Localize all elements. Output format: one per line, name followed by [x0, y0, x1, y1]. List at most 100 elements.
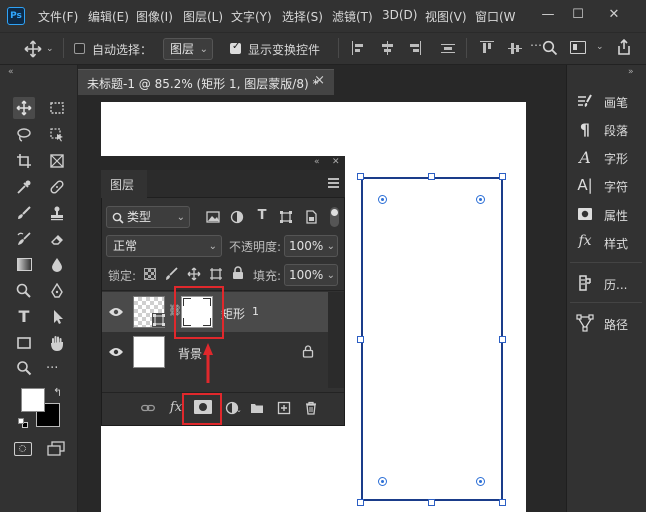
frame-tool-icon[interactable] — [46, 150, 68, 172]
menu-file[interactable]: 文件(F) — [38, 8, 78, 25]
close-window-icon[interactable]: ✕ — [603, 4, 625, 26]
corner-radius-handle[interactable] — [476, 477, 485, 486]
document-tab[interactable]: 未标题-1 @ 85.2% (矩形 1, 图层蒙版/8) * × — [78, 69, 334, 95]
distribute-icon[interactable] — [441, 41, 455, 55]
object-selection-tool-icon[interactable] — [46, 124, 68, 146]
foreground-color-swatch[interactable] — [21, 388, 45, 412]
delete-layer-icon[interactable] — [304, 401, 318, 415]
share-icon[interactable] — [615, 38, 633, 56]
blur-tool-icon[interactable] — [46, 254, 68, 276]
fill-input[interactable]: 100% ⌄ — [284, 264, 338, 286]
transform-handle[interactable] — [357, 173, 364, 180]
align-left-icon[interactable] — [352, 41, 366, 55]
more-tools-icon[interactable]: ··· — [46, 361, 58, 376]
corner-radius-handle[interactable] — [378, 195, 387, 204]
eyedropper-tool-icon[interactable] — [13, 176, 35, 198]
hand-tool-icon[interactable] — [46, 332, 68, 354]
filter-pixel-icon[interactable] — [206, 210, 220, 224]
rectangle-shape[interactable] — [361, 177, 503, 501]
layers-scrollbar[interactable] — [328, 292, 344, 388]
align-vertical-center-icon[interactable] — [508, 41, 522, 55]
pen-tool-icon[interactable] — [46, 280, 68, 302]
type-tool-icon[interactable]: T — [13, 306, 35, 328]
filter-toggle[interactable] — [330, 207, 339, 227]
collapse-panel-icon[interactable]: » — [628, 67, 634, 77]
move-tool-icon[interactable] — [13, 97, 35, 119]
filter-shape-icon[interactable] — [279, 210, 293, 224]
dodge-tool-icon[interactable] — [13, 280, 35, 302]
chevron-down-icon[interactable]: ⌄ — [596, 42, 604, 52]
swap-colors-icon[interactable]: ↰ — [53, 386, 62, 399]
close-tab-icon[interactable]: × — [314, 73, 325, 88]
menu-view[interactable]: 视图(V) — [425, 8, 467, 25]
gradient-tool-icon[interactable] — [13, 254, 35, 276]
panel-properties[interactable]: 属性 — [576, 203, 642, 225]
search-icon[interactable] — [542, 40, 558, 56]
auto-select-target-dropdown[interactable]: 图层 ⌄ — [163, 38, 213, 60]
link-layers-icon[interactable] — [141, 401, 155, 415]
panel-glyphs[interactable]: A| 字符 — [576, 174, 642, 196]
default-colors-icon[interactable] — [18, 418, 29, 429]
minimize-icon[interactable]: — — [537, 4, 559, 26]
filter-adjustment-icon[interactable] — [230, 210, 244, 224]
blend-mode-dropdown[interactable]: 正常 ⌄ — [106, 235, 222, 257]
panel-brush[interactable]: 画笔 — [576, 90, 642, 112]
panel-styles[interactable]: fx 样式 — [576, 231, 642, 253]
chevron-down-icon[interactable]: ⌄ — [46, 44, 54, 54]
visibility-eye-icon[interactable] — [108, 306, 124, 318]
transform-handle[interactable] — [357, 499, 364, 506]
panel-menu-icon[interactable] — [328, 178, 339, 188]
maximize-icon[interactable]: ☐ — [567, 4, 589, 26]
eraser-tool-icon[interactable] — [46, 228, 68, 250]
zoom-tool-icon[interactable] — [13, 357, 35, 379]
menu-image[interactable]: 图像(I) — [136, 8, 173, 25]
transform-handle[interactable] — [357, 336, 364, 343]
menu-select[interactable]: 选择(S) — [282, 8, 323, 25]
marquee-tool-icon[interactable] — [46, 97, 68, 119]
move-tool-preset-icon[interactable] — [24, 40, 42, 58]
panel-history[interactable]: 历... — [576, 272, 642, 294]
lock-artboard-icon[interactable] — [209, 267, 223, 281]
collapse-panel-icon[interactable]: « — [8, 67, 14, 77]
panel-paragraph[interactable]: ¶ 段落 — [576, 118, 642, 140]
transform-handle[interactable] — [499, 499, 506, 506]
path-selection-tool-icon[interactable] — [46, 306, 68, 328]
lock-icon[interactable] — [302, 345, 314, 358]
menu-edit[interactable]: 编辑(E) — [88, 8, 129, 25]
align-horizontal-center-icon[interactable] — [380, 41, 394, 55]
crop-tool-icon[interactable] — [13, 150, 35, 172]
screen-mode-icon[interactable] — [46, 441, 66, 457]
workspace-icon[interactable] — [570, 41, 586, 54]
lasso-tool-icon[interactable] — [13, 124, 35, 146]
corner-radius-handle[interactable] — [476, 195, 485, 204]
lock-position-icon[interactable] — [187, 267, 201, 281]
lock-transparent-icon[interactable] — [143, 267, 157, 281]
healing-brush-tool-icon[interactable] — [46, 176, 68, 198]
filter-type-icon[interactable]: T — [255, 209, 269, 223]
menu-3d[interactable]: 3D(D) — [382, 8, 417, 22]
transform-handle[interactable] — [428, 499, 435, 506]
collapse-panel-icon[interactable]: « — [314, 157, 320, 167]
menu-filter[interactable]: 滤镜(T) — [332, 8, 373, 25]
transform-handle[interactable] — [499, 336, 506, 343]
close-panel-icon[interactable]: ✕ — [332, 157, 340, 167]
layer-filter-dropdown[interactable]: 类型 ⌄ — [106, 206, 190, 228]
menu-layer[interactable]: 图层(L) — [183, 8, 223, 25]
lock-pixels-icon[interactable] — [165, 267, 179, 281]
quick-mask-icon[interactable] — [14, 442, 32, 456]
tab-layers[interactable]: 图层 — [101, 170, 147, 198]
new-group-icon[interactable] — [250, 401, 264, 415]
brush-tool-icon[interactable] — [13, 202, 35, 224]
menu-window[interactable]: 窗口(W — [475, 8, 516, 25]
menu-type[interactable]: 文字(Y) — [231, 8, 272, 25]
transform-handle[interactable] — [428, 173, 435, 180]
layer-style-icon[interactable]: fx — [169, 401, 183, 415]
align-right-icon[interactable] — [407, 41, 421, 55]
filter-smart-object-icon[interactable] — [304, 210, 318, 224]
show-transform-checkbox[interactable] — [230, 41, 241, 54]
clone-stamp-tool-icon[interactable] — [46, 202, 68, 224]
corner-radius-handle[interactable] — [378, 477, 387, 486]
transform-handle[interactable] — [499, 173, 506, 180]
lock-all-icon[interactable] — [231, 266, 245, 280]
new-layer-icon[interactable] — [277, 401, 291, 415]
